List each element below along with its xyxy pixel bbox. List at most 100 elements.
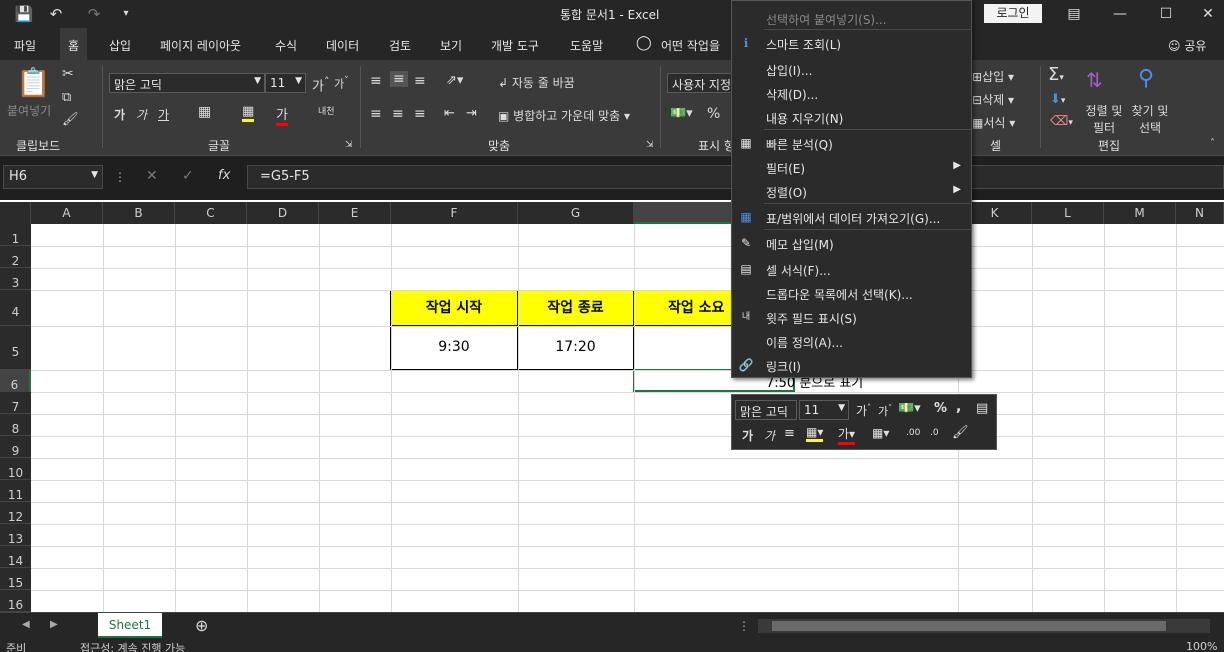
cancel-icon[interactable]: ✕ bbox=[146, 168, 158, 184]
column-header-f[interactable]: F bbox=[391, 202, 518, 224]
fill-color-icon[interactable]: ▦ bbox=[242, 104, 255, 122]
align-middle-icon[interactable]: ≡ bbox=[390, 71, 408, 87]
row-header-8[interactable]: 8 bbox=[0, 414, 31, 436]
row-header-3[interactable]: 3 bbox=[0, 268, 31, 290]
column-header-c[interactable]: C bbox=[175, 202, 247, 224]
maximize-icon[interactable]: ☐ bbox=[1146, 2, 1186, 26]
align-right-icon[interactable]: ≡ bbox=[414, 106, 426, 122]
menu-item-14[interactable]: 🔗 링크(I) bbox=[732, 353, 971, 377]
row-header-10[interactable]: 10 bbox=[0, 458, 31, 480]
sort-filter-label[interactable]: 정렬 및 필터 bbox=[1082, 102, 1126, 136]
menu-item-8[interactable]: ▦ 표/범위에서 데이터 가져오기(G)... bbox=[732, 205, 971, 229]
find-select-icon[interactable]: ⚲ bbox=[1138, 66, 1154, 91]
font-size-combo[interactable]: 11 ▼ bbox=[265, 73, 306, 93]
find-select-label[interactable]: 찾기 및 선택 bbox=[1128, 102, 1172, 136]
collapse-ribbon-icon[interactable]: ˄ bbox=[1210, 138, 1215, 149]
dialog-launcher-icon[interactable]: ⇲ bbox=[646, 140, 654, 150]
column-header-l[interactable]: L bbox=[1032, 202, 1104, 224]
paste-icon[interactable]: 📋 bbox=[16, 66, 51, 99]
phonetic-guide-icon[interactable]: 내천 bbox=[318, 104, 335, 117]
scrollbar-thumb[interactable] bbox=[772, 621, 1166, 631]
align-left-icon[interactable]: ≡ bbox=[370, 106, 382, 122]
delete-cells-button[interactable]: ⊟삭제 ▾ bbox=[972, 91, 1014, 108]
row-header-14[interactable]: 14 bbox=[0, 546, 31, 568]
cell-g5[interactable]: 17:20 bbox=[517, 325, 634, 370]
mini-decrease-decimal-icon[interactable]: .0 bbox=[930, 428, 939, 438]
name-box[interactable]: H6 ▼ bbox=[3, 165, 103, 189]
font-name-combo[interactable]: 맑은 고딕 ▼ bbox=[109, 73, 265, 93]
menu-item-6[interactable]: 필터(E) ▶ bbox=[732, 155, 971, 179]
format-painter-icon[interactable]: 🖌 bbox=[62, 112, 79, 127]
dialog-launcher-icon[interactable]: ⇲ bbox=[345, 140, 353, 150]
column-header-g[interactable]: G bbox=[518, 202, 634, 224]
tell-me-search[interactable]: 어떤 작업을 bbox=[661, 37, 720, 54]
increase-indent-icon[interactable]: ⇥ bbox=[466, 106, 477, 121]
row-header-1[interactable]: 1 bbox=[0, 224, 31, 246]
column-header-n[interactable]: N bbox=[1176, 202, 1224, 224]
menu-item-11[interactable]: 드롭다운 목록에서 선택(K)... bbox=[732, 281, 971, 305]
menu-item-9[interactable]: ✎ 메모 삽입(M) bbox=[732, 231, 971, 255]
cut-icon[interactable]: ✂ bbox=[62, 66, 74, 82]
tab-view[interactable]: 보기 bbox=[440, 37, 462, 54]
tab-help[interactable]: 도움말 bbox=[570, 37, 603, 54]
ribbon-display-icon[interactable]: ▤ bbox=[1054, 2, 1094, 26]
login-button[interactable]: 로그인 bbox=[984, 4, 1042, 23]
mini-bold-icon[interactable]: 가 bbox=[742, 427, 753, 444]
menu-item-1[interactable]: ℹ 스마트 조회(L) bbox=[732, 31, 971, 55]
close-icon[interactable]: ✕ bbox=[1188, 2, 1224, 26]
scroll-right-icon[interactable]: ▶ bbox=[50, 619, 58, 630]
mini-format-painter-icon[interactable]: 🖌 bbox=[952, 425, 969, 440]
save-icon[interactable]: 💾 bbox=[14, 4, 34, 24]
row-header-4[interactable]: 4 bbox=[0, 290, 31, 326]
autosum-icon[interactable]: Σ▾ bbox=[1048, 64, 1064, 85]
insert-cells-button[interactable]: ⊞삽입 ▾ bbox=[972, 68, 1014, 85]
column-header-b[interactable]: B bbox=[103, 202, 175, 224]
row-header-6[interactable]: 6 bbox=[0, 370, 31, 392]
column-header-d[interactable]: D bbox=[247, 202, 319, 224]
align-bottom-icon[interactable]: ≡ bbox=[414, 73, 426, 89]
mini-decrease-font-icon[interactable]: 가˅ bbox=[878, 403, 892, 419]
menu-item-2[interactable]: 삽입(I)... bbox=[732, 57, 971, 81]
tab-insert[interactable]: 삽입 bbox=[109, 37, 131, 54]
increase-font-icon[interactable]: 가˄ bbox=[312, 75, 329, 94]
row-header-12[interactable]: 12 bbox=[0, 502, 31, 524]
format-cells-button[interactable]: ▦서식 ▾ bbox=[972, 114, 1015, 131]
mini-comma-icon[interactable]: , bbox=[956, 399, 961, 415]
sort-filter-icon[interactable]: ⇅ bbox=[1086, 68, 1103, 92]
mini-increase-font-icon[interactable]: 가˄ bbox=[856, 402, 871, 419]
menu-item-5[interactable]: ▦ 빠른 분석(Q) bbox=[732, 131, 971, 155]
tab-data[interactable]: 데이터 bbox=[326, 37, 359, 54]
menu-item-12[interactable]: 내 윗주 필드 표시(S) bbox=[732, 305, 971, 329]
add-sheet-icon[interactable]: ⊕ bbox=[195, 616, 208, 635]
decrease-font-icon[interactable]: 가˅ bbox=[334, 75, 349, 92]
worksheet-grid[interactable]: ABCDEFGHKLMN 12345678910111213141516 작업 … bbox=[0, 200, 1224, 612]
menu-item-4[interactable]: 내용 지우기(N) bbox=[732, 105, 971, 129]
cell-f5[interactable]: 9:30 bbox=[390, 325, 518, 370]
share-button[interactable]: ☺ 공유 bbox=[1168, 37, 1206, 54]
clear-icon[interactable]: ⌫▾ bbox=[1050, 114, 1073, 129]
copy-icon[interactable]: ⧉ bbox=[62, 90, 71, 105]
decrease-indent-icon[interactable]: ⇤ bbox=[444, 106, 455, 121]
row-header-16[interactable]: 16 bbox=[0, 590, 31, 612]
column-header-a[interactable]: A bbox=[31, 202, 103, 224]
scroll-left-icon[interactable]: ◀ bbox=[22, 619, 30, 630]
accounting-format-icon[interactable]: 💵▾ bbox=[670, 106, 693, 121]
orientation-icon[interactable]: ⇗▾ bbox=[446, 73, 463, 88]
formula-bar-menu-icon[interactable]: ⋮ bbox=[114, 170, 126, 184]
font-color-icon[interactable]: 가 bbox=[276, 104, 288, 126]
minimize-icon[interactable]: — bbox=[1100, 2, 1140, 26]
column-header-e[interactable]: E bbox=[319, 202, 391, 224]
fill-icon[interactable]: ⬇▾ bbox=[1050, 92, 1065, 107]
cell-h5[interactable] bbox=[633, 325, 733, 370]
number-format-combo[interactable]: 사용자 지정 bbox=[667, 73, 737, 93]
column-header-m[interactable]: M bbox=[1104, 202, 1176, 224]
menu-item-13[interactable]: 이름 정의(A)... bbox=[732, 329, 971, 353]
wrap-text-button[interactable]: ↲ 자동 줄 바꿈 bbox=[498, 74, 575, 91]
underline-icon[interactable]: 가 bbox=[158, 106, 169, 123]
row-header-15[interactable]: 15 bbox=[0, 568, 31, 590]
align-top-icon[interactable]: ≡ bbox=[370, 73, 382, 89]
mini-italic-icon[interactable]: 가 bbox=[764, 427, 775, 444]
row-header-5[interactable]: 5 bbox=[0, 326, 31, 370]
row-header-2[interactable]: 2 bbox=[0, 246, 31, 268]
mini-align-center-icon[interactable]: ≡ bbox=[784, 426, 795, 441]
